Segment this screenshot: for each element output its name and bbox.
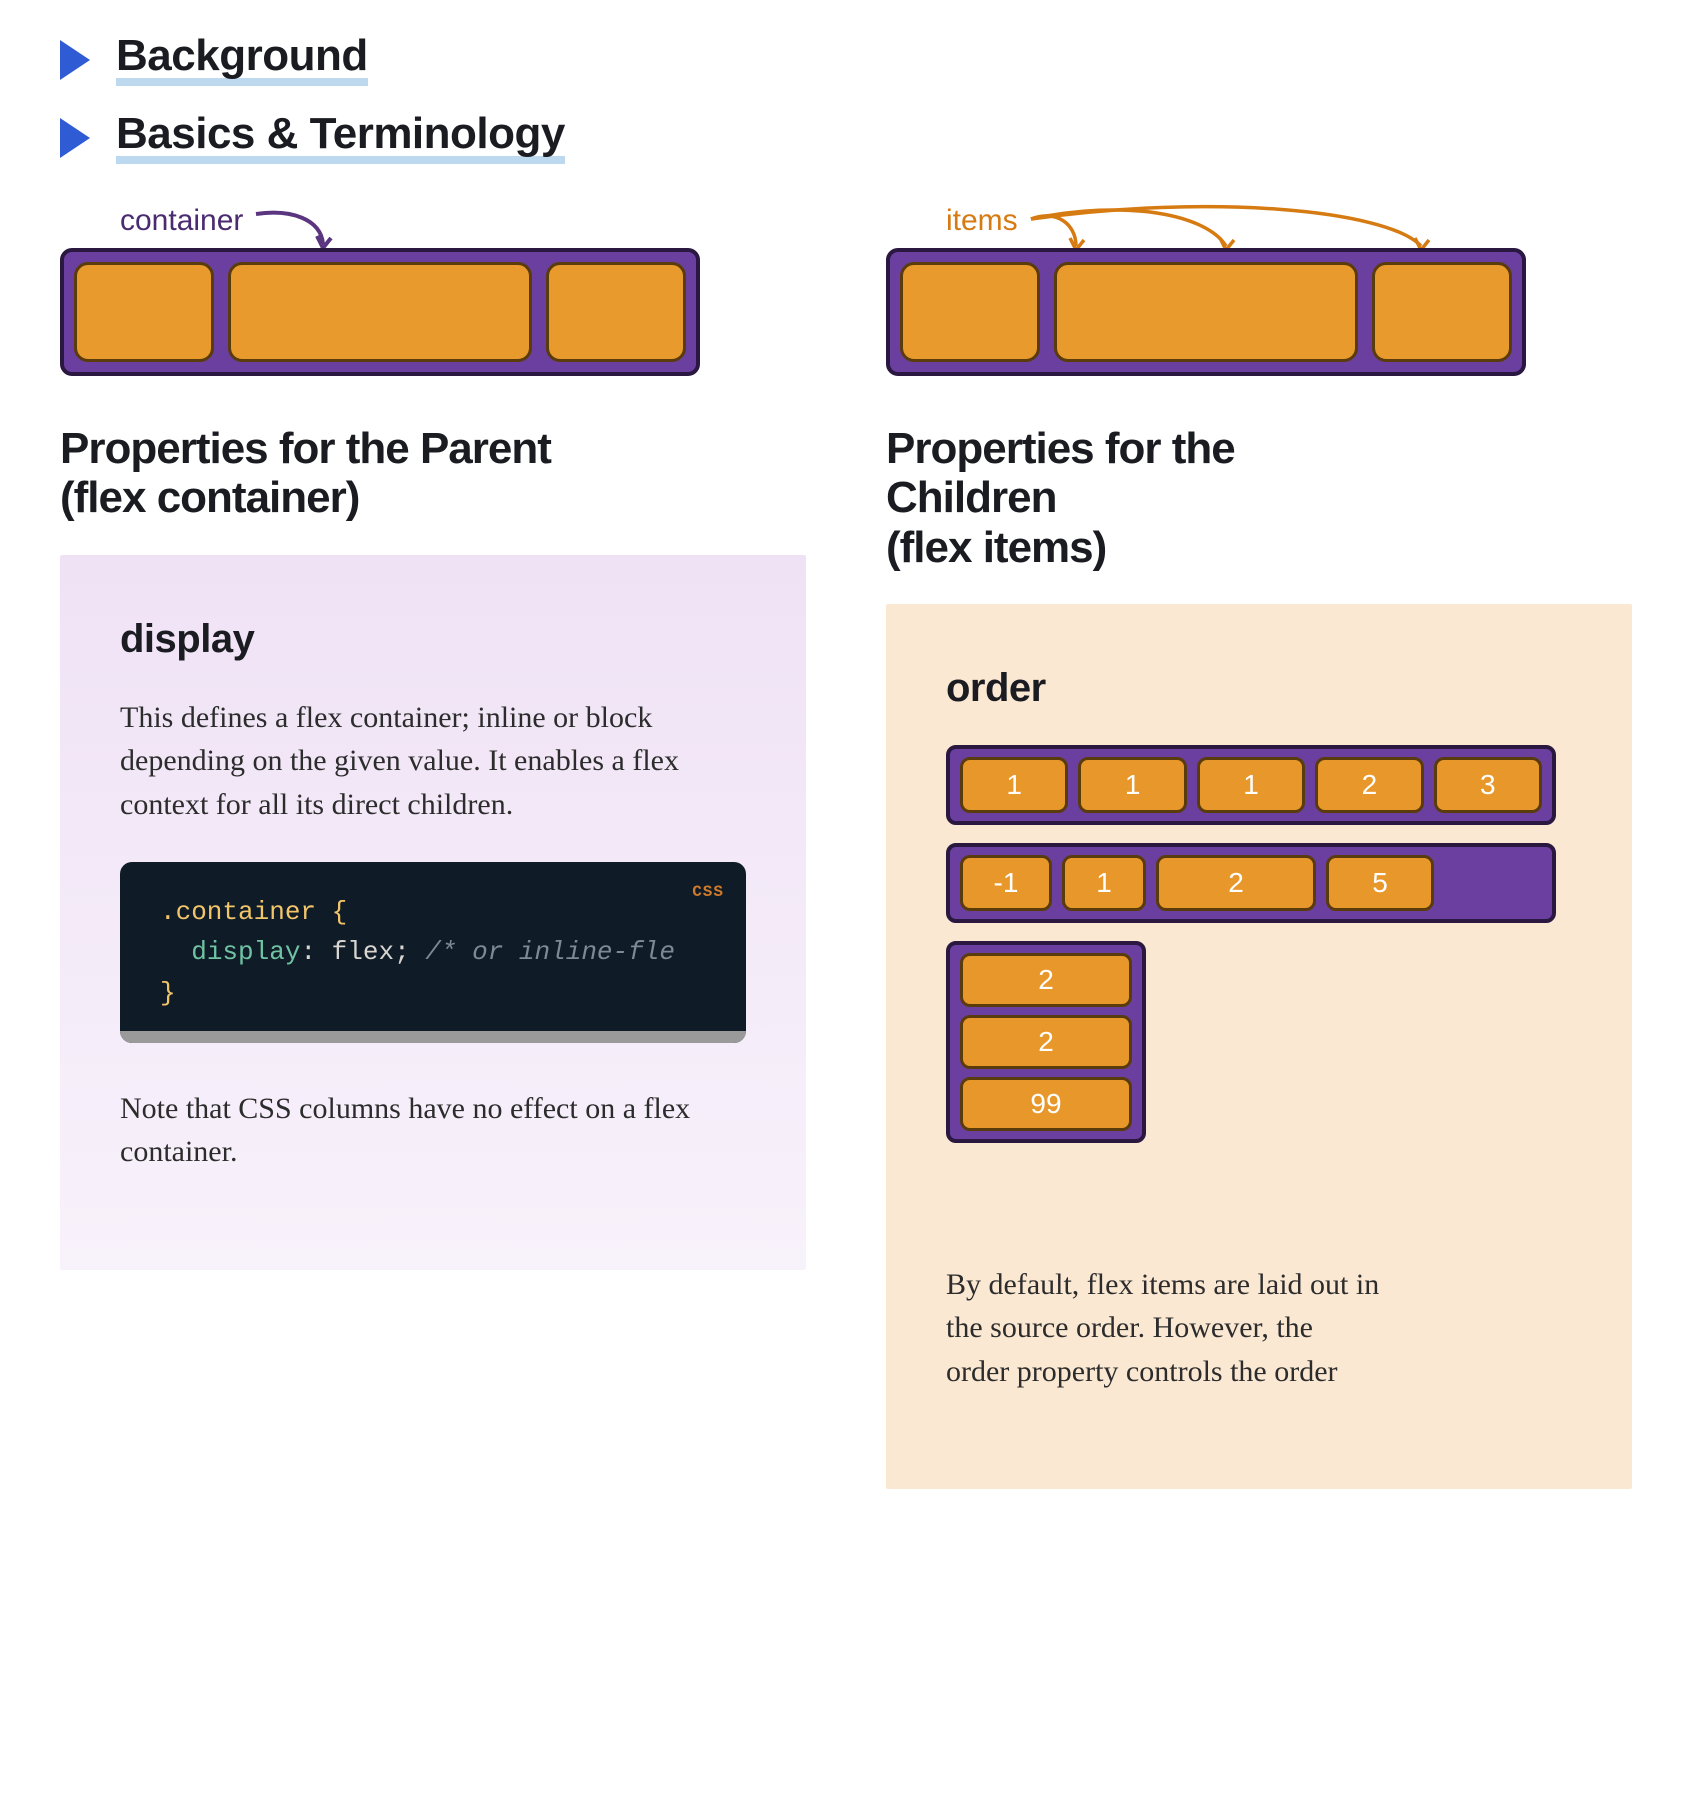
items-diagram [886,248,1526,376]
diagram-label-items: items [946,204,1632,248]
accordion-title: Basics & Terminology [116,112,565,164]
code-property: display [191,937,300,967]
code-block[interactable]: CSS .container { display: flex; /* or inl… [120,862,746,1043]
order-row: 1 1 1 2 3 [946,745,1556,825]
container-diagram [60,248,700,376]
order-diagram: 1 1 1 2 3 -1 1 2 5 2 2 9 [946,745,1572,1143]
desc-line: the source order. However, the [946,1311,1313,1344]
heading-line: (flex container) [60,473,359,522]
order-box: 1 [1197,757,1305,813]
flex-item-box [546,262,686,362]
children-heading: Properties for the Children (flex items) [886,424,1632,572]
order-box: 3 [1434,757,1542,813]
code-brace: } [160,978,176,1008]
accordion-title: Background [116,34,368,86]
code-selector: .container [160,897,316,927]
parent-heading: Properties for the Parent (flex containe… [60,424,806,523]
code-colon: : [300,937,316,967]
order-box: 2 [960,1015,1132,1069]
flex-item-box [900,262,1040,362]
flex-item-box [1372,262,1512,362]
desc-line: order property controls the order [946,1355,1338,1388]
flex-item-box [228,262,532,362]
order-box: -1 [960,855,1052,911]
arrow-icon [251,204,341,248]
code-comment: /* or inline-fle [425,937,675,967]
order-column: 2 2 99 [946,941,1146,1143]
code-semicolon: ; [394,937,410,967]
property-title: display [120,610,746,668]
code-language-badge: CSS [692,880,724,905]
property-title: order [946,659,1572,717]
desc-line: By default, flex items are laid out in [946,1268,1379,1301]
order-box: 1 [960,757,1068,813]
accordion-basics[interactable]: Basics & Terminology [60,112,1632,164]
order-box: 2 [1315,757,1423,813]
order-box: 99 [960,1077,1132,1131]
heading-line: Children [886,473,1056,522]
flex-item-box [1054,262,1358,362]
property-card-display: display This defines a flex container; i… [60,555,806,1270]
order-box: 1 [1062,855,1146,911]
label-text: items [946,204,1018,238]
column-children: items Properties for the Children ( [886,204,1632,1489]
chevron-right-icon [60,118,90,158]
arrows-icon [1026,204,1446,248]
property-note: Note that CSS columns have no effect on … [120,1087,746,1174]
flex-item-box [74,262,214,362]
property-card-order: order 1 1 1 2 3 -1 1 2 5 [886,604,1632,1490]
column-parent: container Properties for the Parent (fle… [60,204,806,1270]
heading-line: (flex items) [886,523,1106,572]
order-box: 1 [1078,757,1186,813]
property-intro: This defines a flex container; inline or… [120,696,746,827]
order-box: 2 [1156,855,1316,911]
property-desc: By default, flex items are laid out in t… [946,1263,1572,1394]
order-row: -1 1 2 5 [946,843,1556,923]
diagram-label-container: container [120,204,806,248]
heading-line: Properties for the Parent [60,424,551,473]
order-box: 2 [960,953,1132,1007]
order-box: 5 [1326,855,1434,911]
chevron-right-icon [60,40,90,80]
label-text: container [120,204,243,238]
accordion-background[interactable]: Background [60,34,1632,86]
code-brace: { [332,897,348,927]
code-value: flex [332,937,394,967]
heading-line: Properties for the [886,424,1235,473]
